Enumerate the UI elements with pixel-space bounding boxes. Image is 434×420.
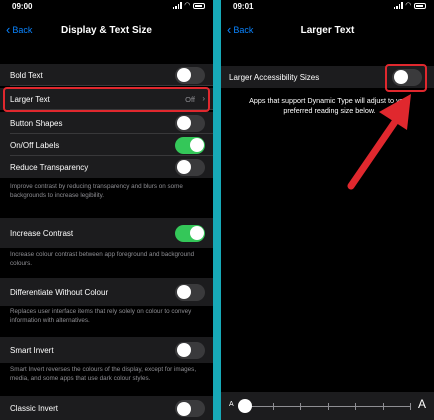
row-separator <box>10 85 213 86</box>
larger-text-highlight <box>3 87 210 112</box>
bold-text-label: Bold Text <box>10 71 43 80</box>
reduce-transparency-footnote: Improve contrast by reducing transparenc… <box>10 183 183 199</box>
smart-invert-footnote: Smart Invert reverses the colours of the… <box>10 366 197 382</box>
smart-invert-label: Smart Invert <box>10 346 54 355</box>
differentiate-colour-footnote: Replaces user interface items that rely … <box>10 308 192 324</box>
toggle-knob <box>176 285 191 299</box>
button-shapes-row[interactable]: Button Shapes <box>0 112 213 134</box>
button-shapes-label: Button Shapes <box>10 119 63 128</box>
navigation-bar: ‹ Back Display & Text Size <box>0 20 213 42</box>
status-time: 09:00 <box>12 2 33 11</box>
status-icons: ◠ <box>172 2 205 9</box>
battery-icon <box>193 2 205 9</box>
slider-tick <box>272 403 274 410</box>
toggle-knob <box>189 226 204 240</box>
differentiate-colour-row[interactable]: Differentiate Without Colour <box>0 278 213 306</box>
toggle-knob <box>189 138 204 152</box>
onoff-labels-toggle[interactable] <box>175 136 205 154</box>
increase-contrast-label: Increase Contrast <box>10 229 74 238</box>
toggle-knob <box>176 401 191 416</box>
toggle-knob <box>176 68 191 82</box>
onoff-labels-label: On/Off Labels <box>10 141 60 150</box>
text-size-slider[interactable]: A A <box>221 392 434 420</box>
page-title: Display & Text Size <box>61 25 152 36</box>
reduce-transparency-label: Reduce Transparency <box>10 163 89 172</box>
bold-text-row[interactable]: Bold Text <box>0 64 213 86</box>
display-text-size-screen: 09:00 ◠ ‹ Back Display & Text Size Bold … <box>0 0 213 420</box>
differentiate-colour-toggle[interactable] <box>175 283 205 301</box>
toggle-knob <box>176 160 191 174</box>
small-text-icon: A <box>229 401 234 408</box>
panel-divider <box>213 0 221 420</box>
classic-invert-row[interactable]: Classic Invert <box>0 396 213 420</box>
arrow-shaft <box>347 112 403 190</box>
red-arrow-annotation <box>347 94 411 190</box>
slider-thumb[interactable] <box>238 399 252 413</box>
smart-invert-toggle[interactable] <box>175 341 205 359</box>
slider-tick <box>355 403 356 410</box>
onoff-labels-row[interactable]: On/Off Labels <box>0 134 213 156</box>
increase-contrast-row[interactable]: Increase Contrast <box>0 218 213 248</box>
signal-icon <box>172 2 182 9</box>
large-text-icon: A <box>417 397 426 411</box>
increase-contrast-toggle[interactable] <box>175 224 205 242</box>
toggle-knob <box>176 116 191 130</box>
differentiate-colour-label: Differentiate Without Colour <box>10 288 109 297</box>
slider-tick <box>382 403 384 410</box>
slider-tick <box>410 403 411 410</box>
bold-text-toggle[interactable] <box>175 66 205 84</box>
larger-text-screen: 09:01 ◠ ‹ Back Larger Text Larger Access… <box>221 0 434 420</box>
slider-tick <box>300 403 301 410</box>
slider-tick <box>327 403 329 410</box>
toggle-knob <box>176 343 191 357</box>
status-bar: 09:00 ◠ <box>0 0 213 14</box>
smart-invert-row[interactable]: Smart Invert <box>0 337 213 363</box>
classic-invert-label: Classic Invert <box>10 404 59 413</box>
button-shapes-toggle[interactable] <box>175 114 205 132</box>
reduce-transparency-toggle[interactable] <box>175 158 205 176</box>
classic-invert-toggle[interactable] <box>175 400 205 417</box>
wifi-icon: ◠ <box>184 2 190 9</box>
increase-contrast-footnote: Increase colour contrast between app for… <box>10 251 195 267</box>
reduce-transparency-row[interactable]: Reduce Transparency <box>0 156 213 178</box>
